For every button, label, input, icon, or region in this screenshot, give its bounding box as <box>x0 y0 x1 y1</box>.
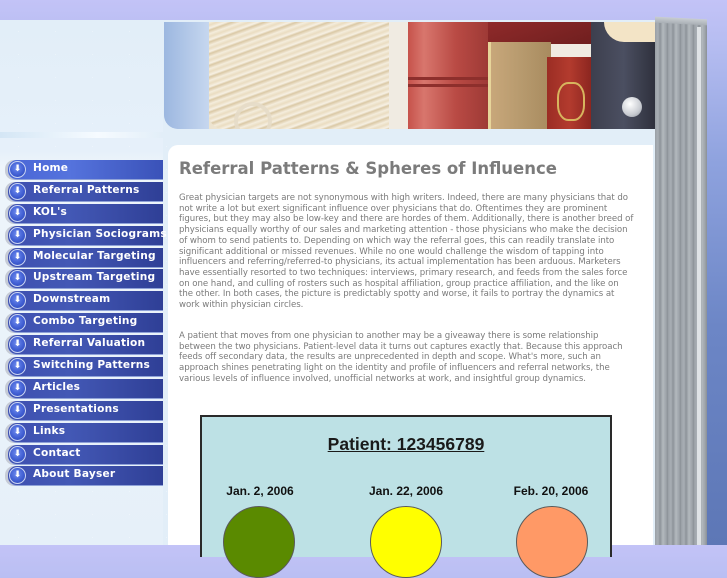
nav-item-background <box>8 160 163 180</box>
nav-item-label: Downstream <box>33 293 111 306</box>
nav-item-switching-patterns[interactable]: ⬇ Switching Patterns <box>0 357 163 378</box>
nav-item-links[interactable]: ⬇ Links <box>0 422 163 443</box>
nav-item-referral-valuation[interactable]: ⬇ Referral Valuation <box>0 335 163 356</box>
nav-item-kol-s[interactable]: ⬇ KOL's <box>0 203 163 224</box>
nav-item-label: Articles <box>33 380 81 393</box>
nav-item-label: Combo Targeting <box>33 315 138 328</box>
visit-3: Feb. 20, 2006 <box>491 484 611 578</box>
visit-date: Jan. 2, 2006 <box>226 484 294 498</box>
visit-1: Jan. 2, 2006 <box>200 484 320 578</box>
nav-item-background <box>8 422 163 443</box>
arrow-down-circle-icon: ⬇ <box>9 445 26 463</box>
antique-books-image <box>364 22 655 129</box>
page-title: Referral Patterns & Spheres of Influence <box>179 159 557 178</box>
arrow-down-circle-icon: ⬇ <box>9 423 26 441</box>
nav-item-background <box>8 444 163 465</box>
arrow-down-circle-icon: ⬇ <box>9 379 26 397</box>
nav-item-label: Links <box>33 424 66 437</box>
nav-item-upstream-targeting[interactable]: ⬇ Upstream Targeting <box>0 269 163 290</box>
nav-item-label: About Bayser <box>33 468 116 481</box>
intro-paragraph: Great physician targets are not synonymo… <box>179 193 634 311</box>
nav-item-label: KOL's <box>33 205 68 218</box>
nav-item-label: Upstream Targeting <box>33 271 156 284</box>
nav-item-label: Physician Sociograms <box>33 227 167 240</box>
red-book-spine <box>408 22 488 129</box>
nav-item-label: Molecular Targeting <box>33 249 156 262</box>
visit-date: Jan. 22, 2006 <box>368 484 444 498</box>
nav-item-downstream[interactable]: ⬇ Downstream <box>0 291 163 312</box>
figure-title: Patient: 123456789 <box>327 434 485 454</box>
nav-item-referral-patterns[interactable]: ⬇ Referral Patterns <box>0 181 163 202</box>
arrow-down-circle-icon: ⬇ <box>9 336 26 354</box>
ornate-book-spine <box>547 57 592 129</box>
tan-book-spine <box>488 42 551 129</box>
visit-date: Feb. 20, 2006 <box>513 484 589 498</box>
main-navigation: ⬇ Home ⬇ Referral Patterns ⬇ KOL's ⬇ Physician … <box>0 160 167 488</box>
main-content: Referral Patterns & Spheres of Influence… <box>168 145 653 578</box>
visit-physician-circle <box>223 506 295 578</box>
nav-item-label: Contact <box>33 446 81 459</box>
patient-data-paragraph: A patient that moves from one physician … <box>179 331 623 384</box>
arrow-down-circle-icon: ⬇ <box>9 204 26 222</box>
nav-item-label: Switching Patterns <box>33 359 150 372</box>
nav-item-label: Home <box>33 162 69 174</box>
book-page-edge-decoration <box>655 22 707 545</box>
nav-item-about-bayser[interactable]: ⬇ About Bayser <box>0 466 163 487</box>
visit-2: Jan. 22, 2006 <box>346 484 466 578</box>
pendulum-ornament <box>622 97 642 117</box>
nav-item-presentations[interactable]: ⬇ Presentations <box>0 400 163 421</box>
arrow-down-circle-icon: ⬇ <box>9 248 26 266</box>
nav-item-background <box>8 203 163 224</box>
arrow-down-circle-icon: ⬇ <box>9 182 26 200</box>
arrow-down-circle-icon: ⬇ <box>9 161 26 178</box>
nav-item-label: Referral Valuation <box>33 337 146 350</box>
nav-item-home[interactable]: ⬇ Home <box>0 160 163 180</box>
patient-referral-figure: Patient: 123456789 Jan. 2, 2006 Jan. 22,… <box>200 415 612 578</box>
nav-item-background <box>8 378 163 399</box>
header-banner-image <box>164 22 655 129</box>
nav-item-label: Presentations <box>33 402 119 415</box>
nav-item-articles[interactable]: ⬇ Articles <box>0 378 163 399</box>
visit-physician-circle <box>370 506 442 578</box>
nav-item-contact[interactable]: ⬇ Contact <box>0 444 163 465</box>
visit-physician-circle <box>516 506 588 578</box>
nav-item-molecular-targeting[interactable]: ⬇ Molecular Targeting <box>0 247 163 268</box>
arrow-down-circle-icon: ⬇ <box>9 226 26 244</box>
nav-item-combo-targeting[interactable]: ⬇ Combo Targeting <box>0 313 163 334</box>
arrow-down-circle-icon: ⬇ <box>9 401 26 419</box>
arrow-down-circle-icon: ⬇ <box>9 358 26 376</box>
nav-item-label: Referral Patterns <box>33 183 140 196</box>
book-top <box>488 22 604 44</box>
banner-blue-edge <box>164 22 209 129</box>
sidebar-highlight <box>0 132 163 138</box>
nav-item-physician-sociograms[interactable]: ⬇ Physician Sociograms <box>0 225 167 246</box>
